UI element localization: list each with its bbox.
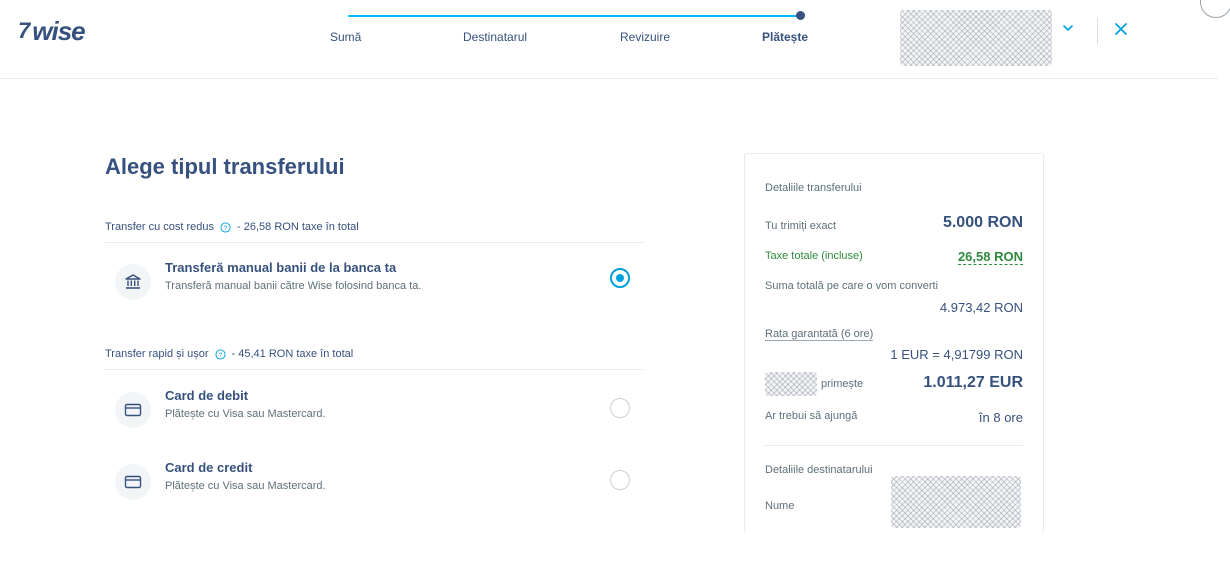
details-receive-value: 1.011,27 EUR: [923, 374, 1023, 391]
question-icon[interactable]: ?: [220, 221, 231, 233]
account-avatar-blurred[interactable]: [900, 10, 1052, 66]
details-converted-label: Suma totală pe care o vom converti: [765, 280, 939, 292]
option-debit-subtitle: Plătește cu Visa sau Mastercard.: [165, 408, 326, 420]
option-credit-title: Card de credit: [165, 460, 253, 475]
card-icon: [115, 392, 151, 428]
section-fast-fee: - 45,41 RON taxe în total: [231, 348, 354, 360]
step-suma[interactable]: Sumă: [330, 30, 361, 44]
question-icon[interactable]: ?: [214, 348, 226, 360]
recipient-details-title: Detaliile destinatarului: [765, 464, 873, 476]
header-divider: [1097, 18, 1098, 44]
details-send-value: 5.000 RON: [942, 214, 1023, 231]
close-icon[interactable]: [1112, 20, 1130, 38]
step-plateste: Plătește: [762, 30, 809, 44]
transfer-details-panel: Detaliile transferului Tu trimiți exact …: [744, 153, 1044, 534]
option-debit-card[interactable]: Card de debit Plătește cu Visa sau Maste…: [105, 382, 643, 442]
section-fast-label: Transfer rapid și ușor: [105, 348, 209, 360]
details-receive-label: primește: [821, 378, 864, 390]
step-revizuire[interactable]: Revizuire: [620, 30, 670, 44]
details-fees-value[interactable]: 26,58 RON: [957, 249, 1023, 265]
option-credit-radio[interactable]: [610, 470, 630, 490]
bank-icon: [115, 264, 151, 300]
details-converted-value: 4.973,42 RON: [939, 300, 1023, 315]
window-corner: [1200, 0, 1230, 18]
option-credit-subtitle: Plătește cu Visa sau Mastercard.: [165, 480, 326, 492]
section-low-cost-header: Transfer cu cost redus ? - 26,58 RON tax…: [105, 221, 359, 233]
option-bank-subtitle: Transferă manual banii către Wise folosi…: [165, 280, 422, 292]
details-rate-value: 1 EUR = 4,91799 RON: [890, 347, 1023, 362]
option-bank-radio[interactable]: [610, 268, 630, 288]
section-low-cost-fee: - 26,58 RON taxe în total: [237, 221, 359, 233]
svg-text:?: ?: [218, 351, 222, 358]
section-divider: [105, 242, 643, 243]
option-bank-title: Transferă manual banii de la banca ta: [165, 260, 397, 275]
details-rate-label-row: Rata garantată (6 ore): [765, 328, 1023, 341]
card-icon: [115, 464, 151, 500]
svg-text:?: ?: [224, 224, 228, 231]
details-arrive-value: în 8 ore: [978, 410, 1023, 425]
option-bank-transfer[interactable]: Transferă manual banii de la banca ta Tr…: [105, 254, 643, 314]
recipient-name-value-blurred: [891, 476, 1021, 528]
step-destinatarul[interactable]: Destinatarul: [463, 30, 527, 44]
option-debit-title: Card de debit: [165, 388, 249, 403]
section-fast-header: Transfer rapid și ușor ? - 45,41 RON tax…: [105, 348, 353, 360]
section-low-cost-label: Transfer cu cost redus: [105, 221, 215, 233]
chevron-down-icon[interactable]: [1060, 20, 1076, 36]
section-divider: [105, 369, 643, 370]
wise-logo[interactable]: 7 wise: [18, 15, 86, 46]
option-debit-radio[interactable]: [610, 398, 630, 418]
logo-flag: 7: [18, 18, 31, 43]
stepper-current-dot: [796, 11, 805, 20]
page-title: Alege tipul transferului: [105, 154, 345, 179]
logo-wordmark: wise: [32, 15, 85, 46]
stepper-progress-line: [348, 15, 800, 17]
option-credit-card[interactable]: Card de credit Plătește cu Visa sau Mast…: [105, 454, 643, 514]
details-rate-label[interactable]: Rata garantată (6 ore): [765, 328, 874, 341]
progress-stepper: Sumă Destinatarul Revizuire Plătește: [330, 10, 830, 50]
top-bar: 7 wise Sumă Destinatarul Revizuire Plăte…: [0, 0, 1230, 79]
recipient-name-blurred: [765, 372, 817, 397]
details-title: Detaliile transferului: [765, 182, 862, 194]
details-divider: [765, 445, 1023, 446]
